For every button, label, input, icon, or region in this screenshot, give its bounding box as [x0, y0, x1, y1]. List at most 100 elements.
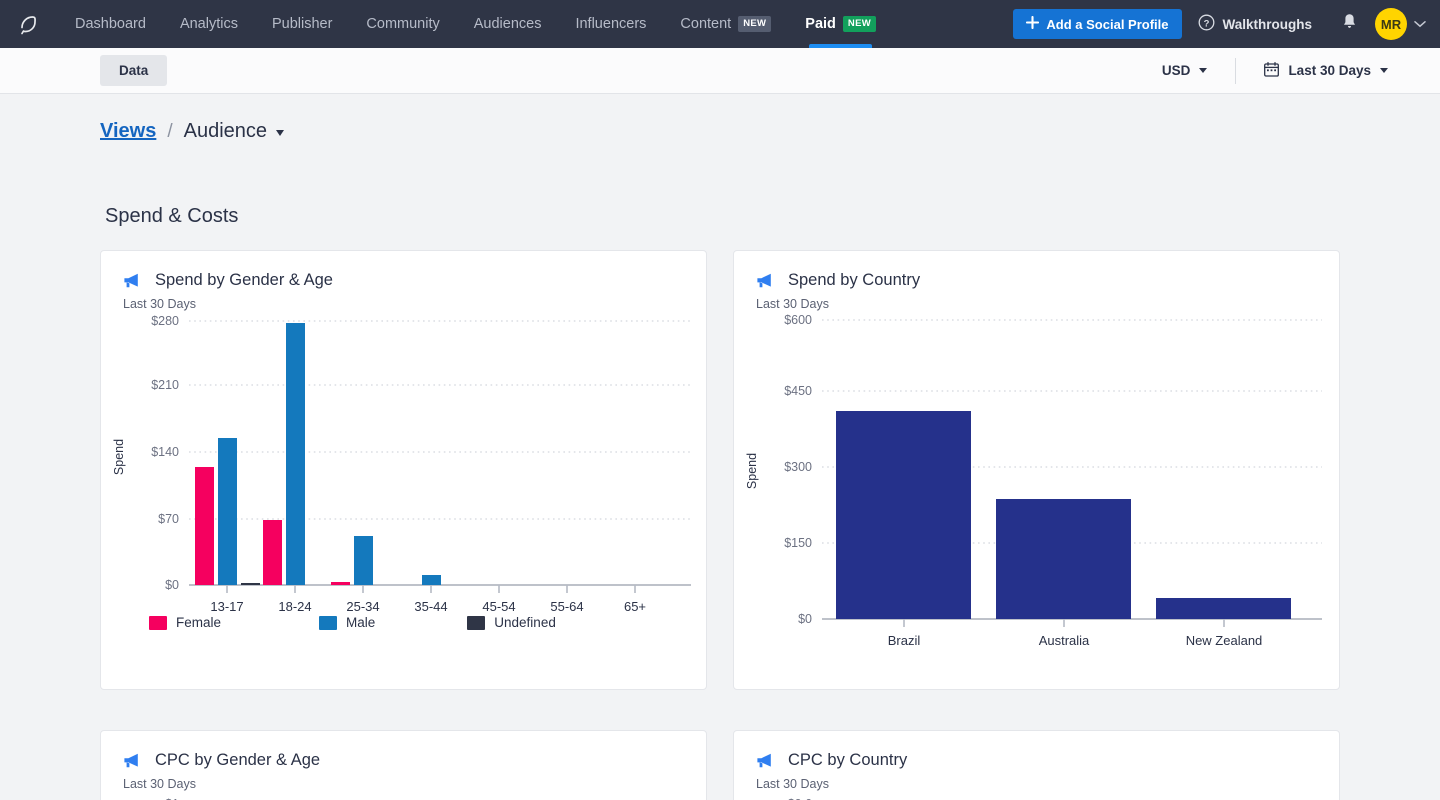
chart-spend-by-gender-age: $280 $210 $140 $70 $0 Spend — [101, 311, 706, 630]
bar-male-25-34 — [354, 536, 373, 585]
card-subtitle: Last 30 Days — [123, 777, 684, 791]
add-social-profile-button[interactable]: Add a Social Profile — [1013, 9, 1181, 39]
megaphone-icon — [123, 272, 143, 290]
nav-item-dashboard[interactable]: Dashboard — [58, 0, 163, 48]
tab-data[interactable]: Data — [100, 55, 167, 86]
bar-female-18-24 — [263, 520, 282, 585]
card-header: Spend by Gender & Age Last 30 Days — [101, 251, 706, 311]
user-menu[interactable]: MR — [1371, 8, 1426, 40]
new-badge: NEW — [843, 16, 876, 32]
bar-male-35-44 — [422, 575, 441, 585]
svg-text:45-54: 45-54 — [482, 599, 515, 611]
x-axis-ticks — [227, 585, 635, 593]
svg-text:New Zealand: New Zealand — [1186, 633, 1263, 648]
calendar-icon — [1264, 62, 1279, 80]
bar-brazil — [836, 411, 971, 619]
chevron-down-icon — [276, 130, 284, 136]
legend-item-female[interactable]: Female — [149, 615, 221, 630]
svg-text:$210: $210 — [151, 378, 179, 392]
svg-text:35-44: 35-44 — [414, 599, 447, 611]
nav-item-publisher[interactable]: Publisher — [255, 0, 349, 48]
megaphone-icon — [756, 272, 776, 290]
x-axis-ticks — [904, 619, 1224, 627]
currency-selector[interactable]: USD — [1134, 63, 1236, 78]
sprout-social-logo-icon[interactable] — [0, 0, 58, 48]
bar-undefined-13-17 — [241, 583, 260, 585]
chart-cpc-by-country: $0.6 — [734, 791, 1339, 800]
svg-text:$0: $0 — [165, 578, 179, 592]
walkthroughs-label: Walkthroughs — [1223, 17, 1313, 32]
legend-label-male: Male — [346, 615, 375, 630]
bar-male-13-17 — [218, 438, 237, 585]
bar-group-25-34 — [331, 536, 373, 585]
date-range-selector[interactable]: Last 30 Days — [1236, 62, 1416, 80]
legend-label-female: Female — [176, 615, 221, 630]
cards-row-spend: Spend by Gender & Age Last 30 Days $280 … — [0, 228, 1440, 690]
svg-text:$0: $0 — [798, 612, 812, 626]
y-axis-tick-labels: $600 $450 $300 $150 $0 — [784, 313, 812, 626]
card-title: Spend by Gender & Age — [155, 271, 333, 290]
svg-text:18-24: 18-24 — [278, 599, 311, 611]
svg-text:$70: $70 — [158, 512, 179, 526]
svg-text:?: ? — [1203, 18, 1209, 29]
megaphone-icon — [756, 752, 776, 770]
notifications-button[interactable] — [1328, 13, 1371, 35]
gridlines — [189, 321, 691, 519]
walkthroughs-button[interactable]: ? Walkthroughs — [1182, 14, 1329, 34]
svg-text:25-34: 25-34 — [346, 599, 379, 611]
chevron-down-icon — [1414, 15, 1426, 33]
legend-label-undefined: Undefined — [494, 615, 556, 630]
nav-item-community[interactable]: Community — [349, 0, 456, 48]
nav-item-paid[interactable]: Paid NEW — [788, 0, 893, 48]
breadcrumb-separator: / — [167, 121, 172, 143]
card-title: CPC by Gender & Age — [155, 751, 320, 770]
question-circle-icon: ? — [1198, 14, 1215, 34]
x-axis-tick-labels: 13-17 18-24 25-34 35-44 45-54 55-64 65+ — [210, 599, 646, 611]
bell-icon — [1342, 13, 1357, 35]
card-title: Spend by Country — [788, 271, 920, 290]
nav-right-actions: Add a Social Profile ? Walkthroughs MR — [1013, 0, 1440, 48]
megaphone-icon — [123, 752, 143, 770]
card-spend-by-gender-age: Spend by Gender & Age Last 30 Days $280 … — [100, 250, 707, 690]
breadcrumb-views-link[interactable]: Views — [100, 120, 156, 143]
new-badge: NEW — [738, 16, 771, 32]
breadcrumb-audience-dropdown[interactable]: Audience — [184, 120, 284, 143]
y-axis-title: Spend — [745, 453, 759, 489]
card-title: CPC by Country — [788, 751, 907, 770]
svg-text:$150: $150 — [784, 536, 812, 550]
breadcrumb: Views / Audience — [0, 94, 1440, 143]
main-nav-items: Dashboard Analytics Publisher Community … — [58, 0, 893, 48]
bar-australia — [996, 499, 1131, 619]
date-range-label: Last 30 Days — [1288, 63, 1371, 78]
nav-item-analytics[interactable]: Analytics — [163, 0, 255, 48]
sub-toolbar-right: USD Last 30 Days — [1134, 58, 1416, 84]
nav-label: Audiences — [474, 16, 542, 32]
nav-label: Influencers — [575, 16, 646, 32]
card-subtitle: Last 30 Days — [123, 297, 684, 311]
nav-item-content[interactable]: Content NEW — [663, 0, 788, 48]
avatar-initials: MR — [1381, 17, 1401, 32]
card-header: CPC by Gender & Age Last 30 Days — [101, 731, 706, 791]
legend-swatch-female — [149, 616, 167, 630]
legend-swatch-male — [319, 616, 337, 630]
svg-text:55-64: 55-64 — [550, 599, 583, 611]
svg-text:$300: $300 — [784, 460, 812, 474]
nav-label: Dashboard — [75, 16, 146, 32]
svg-text:$450: $450 — [784, 384, 812, 398]
svg-text:$140: $140 — [151, 445, 179, 459]
svg-text:Brazil: Brazil — [888, 633, 921, 648]
top-navigation-bar: Dashboard Analytics Publisher Community … — [0, 0, 1440, 48]
breadcrumb-current-label: Audience — [184, 120, 267, 143]
currency-label: USD — [1162, 63, 1191, 78]
legend-item-male[interactable]: Male — [319, 615, 375, 630]
x-axis-tick-labels: Brazil Australia New Zealand — [888, 633, 1263, 648]
section-title: Spend & Costs — [0, 143, 1440, 228]
legend-swatch-undefined — [467, 616, 485, 630]
card-cpc-by-gender-age: CPC by Gender & Age Last 30 Days $1 — [100, 730, 707, 800]
nav-item-audiences[interactable]: Audiences — [457, 0, 559, 48]
nav-label: Community — [366, 16, 439, 32]
nav-item-influencers[interactable]: Influencers — [558, 0, 663, 48]
cards-row-cpc: CPC by Gender & Age Last 30 Days $1 CPC … — [0, 708, 1440, 800]
legend-item-undefined[interactable]: Undefined — [467, 615, 556, 630]
nav-label: Paid — [805, 16, 836, 32]
